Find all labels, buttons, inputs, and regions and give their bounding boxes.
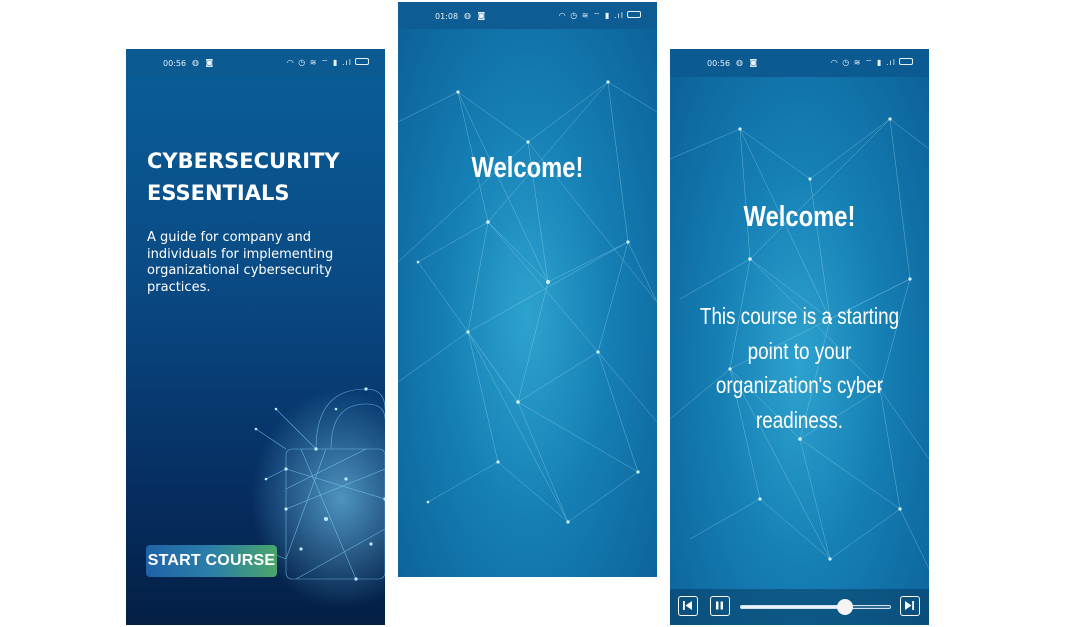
welcome-video-screen: 00:56 ◍ ◙ ◠ ◷ ≋ ⌔ ▮ .ıl Welcome! This co…	[670, 49, 929, 625]
battery-icon	[899, 58, 913, 65]
course-title-line-2: ESSENTIALS	[147, 181, 290, 205]
status-time: 00:56	[707, 59, 731, 68]
status-bar: 01:08 ◍ ◙ ◠ ◷ ≋ ⌔ ▮ .ıl	[398, 2, 657, 29]
progress-thumb[interactable]	[837, 599, 854, 615]
status-bar: 00:56 ◍ ◙ ◠ ◷ ≋ ⌔ ▮ .ıl	[126, 49, 385, 77]
network-mesh-graphic	[398, 80, 657, 524]
previous-icon[interactable]	[678, 596, 698, 616]
notification-icons: ◍ ◙	[736, 58, 760, 67]
progress-slider[interactable]	[740, 599, 891, 615]
welcome-screen: 01:08 ◍ ◙ ◠ ◷ ≋ ⌔ ▮ .ıl Welcome!	[398, 2, 657, 577]
course-title-line-1: CYBERSECURITY	[147, 149, 340, 173]
system-icons: ◠ ◷ ≋ ⌔ ▮ .ıl	[559, 11, 641, 21]
pause-icon[interactable]	[710, 596, 730, 616]
padlock-network-graphic	[251, 387, 385, 609]
media-player-controls	[670, 589, 929, 625]
status-time: 01:08	[435, 12, 459, 21]
battery-icon	[627, 11, 641, 18]
progress-fill	[741, 606, 846, 608]
status-bar: 00:56 ◍ ◙ ◠ ◷ ≋ ⌔ ▮ .ıl	[670, 49, 929, 77]
notification-icons: ◍ ◙	[464, 11, 488, 20]
system-icons: ◠ ◷ ≋ ⌔ ▮ .ıl	[287, 58, 369, 68]
start-course-button[interactable]: START COURSE	[146, 545, 277, 577]
notification-icons: ◍ ◙	[192, 58, 216, 67]
course-description: A guide for company and individuals for …	[147, 230, 334, 295]
course-title: CYBERSECURITY ESSENTIALS	[147, 145, 377, 209]
welcome-heading: Welcome!	[743, 201, 856, 233]
welcome-body-text: This course is a starting point to your …	[699, 303, 900, 433]
status-time: 00:56	[163, 59, 187, 68]
intro-screen: 00:56 ◍ ◙ ◠ ◷ ≋ ⌔ ▮ .ıl CYBERSECURITY ES…	[126, 49, 385, 625]
battery-icon	[355, 58, 369, 65]
welcome-heading: Welcome!	[471, 152, 584, 184]
next-icon[interactable]	[900, 596, 920, 616]
system-icons: ◠ ◷ ≋ ⌔ ▮ .ıl	[831, 58, 913, 68]
